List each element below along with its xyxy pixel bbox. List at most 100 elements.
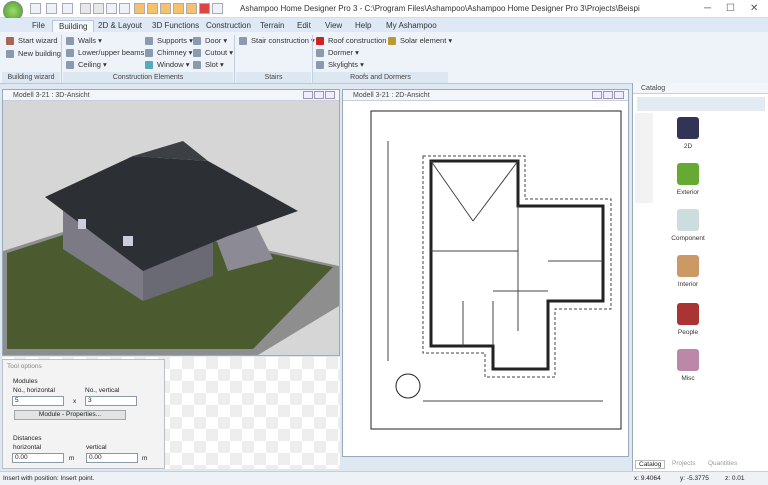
horizontal-count-input[interactable]: 5: [12, 396, 64, 406]
slot-button[interactable]: Slot ▾: [193, 60, 224, 70]
unit-label: m: [69, 455, 75, 462]
3d-view-icon[interactable]: [93, 3, 104, 14]
component-icon: [677, 209, 699, 231]
vertical-count-input[interactable]: 3: [85, 396, 137, 406]
modules-label: Modules: [13, 378, 38, 385]
window-button[interactable]: Window ▾: [145, 60, 190, 70]
solar-element-button[interactable]: Solar element ▾: [388, 36, 452, 46]
horizontal-count-label: No., horizontal: [13, 387, 55, 394]
redo-icon[interactable]: [62, 3, 73, 14]
tab-my-ashampoo[interactable]: My Ashampoo: [380, 20, 443, 32]
module-properties-button[interactable]: Module - Properties...: [14, 410, 126, 420]
supports-button[interactable]: Supports ▾: [145, 36, 193, 46]
tab-view[interactable]: View: [319, 20, 348, 32]
tab-building[interactable]: Building: [52, 20, 95, 32]
tool-options-panel: Tool options Modules No., horizontal No.…: [2, 359, 165, 469]
panel-window-buttons[interactable]: [302, 91, 335, 103]
beams-button[interactable]: Lower/upper beams ▾: [66, 48, 150, 58]
times-label: x: [73, 398, 77, 405]
flag-icon[interactable]: [199, 3, 210, 14]
close-button[interactable]: ✕: [750, 3, 758, 14]
pen-icon[interactable]: [173, 3, 184, 14]
vertical-count-label: No., vertical: [85, 387, 120, 394]
2d-view-icon[interactable]: [80, 3, 91, 14]
catalog-panel: Catalog 2D Exterior Component Interior P…: [632, 83, 768, 471]
tool-icon[interactable]: [134, 3, 145, 14]
measure-icon[interactable]: [160, 3, 171, 14]
group-label: Stairs: [236, 72, 311, 83]
new-icon[interactable]: [30, 3, 41, 14]
horizontal-distance-input[interactable]: 0.00: [12, 453, 64, 463]
label: Exterior: [676, 189, 700, 196]
group-label: Construction Elements: [63, 72, 233, 83]
door-button[interactable]: Door ▾: [193, 36, 227, 46]
label: Dormer: [328, 48, 354, 57]
ribbon-tabs: File Building 2D & Layout 3D Functions C…: [0, 18, 768, 32]
start-wizard-button[interactable]: Start wizard: [6, 36, 58, 46]
ceiling-button[interactable]: Ceiling ▾: [66, 60, 107, 70]
catalog-item-interior[interactable]: Interior: [668, 255, 708, 288]
label: Walls: [78, 36, 97, 45]
tab-projects[interactable]: Projects: [669, 460, 698, 467]
panel-title: Modell 3-21 : 2D-Ansicht: [353, 92, 430, 99]
horizontal-split-icon[interactable]: [106, 3, 117, 14]
catalog-item-exterior[interactable]: Exterior: [668, 163, 708, 196]
label: Door: [205, 36, 222, 45]
tab-help[interactable]: Help: [349, 20, 377, 32]
undo-icon[interactable]: [46, 3, 57, 14]
catalog-side-toolbar[interactable]: [635, 113, 653, 203]
group-label: Roofs and Dormers: [313, 72, 448, 83]
tab-3d-functions[interactable]: 3D Functions: [146, 20, 205, 32]
label: New building: [18, 49, 61, 58]
y-coordinate: y: -5.3775: [680, 475, 709, 482]
catalog-toolbar[interactable]: [637, 97, 765, 111]
copy-icon[interactable]: [212, 3, 223, 14]
divider: [234, 35, 235, 83]
catalog-item-2d[interactable]: 2D: [668, 117, 708, 150]
vertical-distance-label: vertical: [86, 444, 107, 451]
distances-label: Distances: [13, 435, 42, 442]
walls-button[interactable]: Walls ▾: [66, 36, 102, 46]
unit-label: m: [142, 455, 148, 462]
catalog-item-misc[interactable]: Misc: [668, 349, 708, 382]
tab-construction[interactable]: Construction: [200, 20, 257, 32]
tab-file[interactable]: File: [26, 20, 51, 32]
title-bar: Ashampoo Home Designer Pro 3 - C:\Progra…: [0, 0, 768, 21]
group-label: Building wizard: [2, 72, 60, 83]
panel-window-buttons[interactable]: [591, 91, 624, 103]
2d-view-panel[interactable]: Modell 3-21 : 2D-Ansicht: [342, 89, 629, 457]
chimney-button[interactable]: Chimney ▾: [145, 48, 192, 58]
label: Slot: [205, 60, 218, 69]
3d-house-render[interactable]: [3, 101, 339, 355]
catalog-item-people[interactable]: People: [668, 303, 708, 336]
cutout-button[interactable]: Cutout ▾: [193, 48, 233, 58]
3d-view-panel[interactable]: Modell 3-21 : 3D-Ansicht: [2, 89, 340, 356]
label: Chimney: [157, 48, 187, 57]
roof-construction-button[interactable]: Roof construction ▾: [316, 36, 392, 46]
tab-catalog[interactable]: Catalog: [635, 460, 666, 469]
label: Roof construction: [328, 36, 387, 45]
vertical-distance-input[interactable]: 0.00: [86, 453, 138, 463]
new-building-button[interactable]: New building: [6, 49, 61, 59]
dormer-button[interactable]: Dormer ▾: [316, 48, 359, 58]
skylights-button[interactable]: Skylights ▾: [316, 60, 364, 70]
tab-quantities[interactable]: Quantities: [705, 460, 740, 467]
maximize-button[interactable]: ☐: [726, 3, 735, 14]
tab-terrain[interactable]: Terrain: [254, 20, 290, 32]
vertical-split-icon[interactable]: [119, 3, 130, 14]
2d-icon: [677, 117, 699, 139]
label: Solar element: [400, 36, 447, 45]
catalog-item-component[interactable]: Component: [668, 209, 708, 242]
catalog-title: Catalog: [633, 83, 768, 94]
label: Misc: [681, 375, 695, 382]
minimize-button[interactable]: ─: [704, 3, 711, 14]
select-icon[interactable]: [147, 3, 158, 14]
tab-2d-layout[interactable]: 2D & Layout: [92, 20, 148, 32]
window-title: Ashampoo Home Designer Pro 3 - C:\Progra…: [240, 4, 640, 13]
label: 2D: [683, 143, 693, 150]
label: Interior: [677, 281, 699, 288]
stair-construction-button[interactable]: Stair construction ▾: [239, 36, 315, 46]
floor-plan-drawing[interactable]: [343, 101, 628, 456]
tab-edit[interactable]: Edit: [291, 20, 317, 32]
pointer-icon[interactable]: [186, 3, 197, 14]
